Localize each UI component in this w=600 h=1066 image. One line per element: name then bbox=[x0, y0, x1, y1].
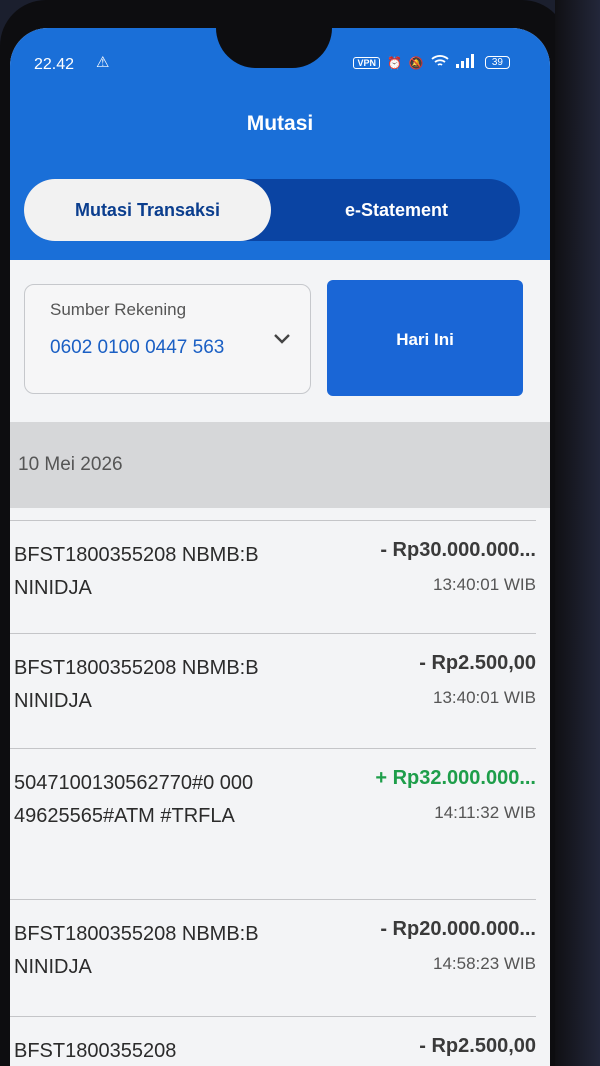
battery-icon: 39 bbox=[484, 56, 510, 69]
date-group-header: 10 Mei 2026 bbox=[10, 422, 550, 508]
mute-icon: 🔕 bbox=[408, 55, 424, 70]
transaction-row[interactable]: 5047100130562770#0 00049625565#ATM #TRFL… bbox=[10, 748, 536, 899]
transaction-time: 13:40:01 WIB bbox=[432, 688, 536, 707]
transaction-list: BFST1800355208 NBMB:BNINIDJA - Rp30.000.… bbox=[10, 508, 550, 1066]
transaction-time: 14:58:23 WIB bbox=[432, 954, 536, 973]
transaction-row[interactable]: BFST1800355208 NBMB:BNINIDJA - Rp20.000.… bbox=[10, 899, 536, 1016]
transaction-amount: + Rp32.000.000... bbox=[375, 767, 536, 789]
transaction-row[interactable]: BFST1800355208 - Rp2.500,00 bbox=[10, 1016, 536, 1066]
transaction-description: BFST1800355208 NBMB:BNINIDJA bbox=[14, 657, 259, 712]
transaction-description: BFST1800355208 NBMB:BNINIDJA bbox=[14, 923, 259, 978]
transaction-amount: - Rp2.500,00 bbox=[419, 652, 536, 674]
transaction-description: 5047100130562770#0 00049625565#ATM #TRFL… bbox=[14, 772, 254, 827]
vpn-icon: VPN bbox=[353, 56, 380, 69]
transaction-amount: - Rp30.000.000... bbox=[380, 539, 536, 561]
status-icons: VPN ⏰ 🔕 39 bbox=[353, 54, 510, 71]
transaction-description: BFST1800355208 bbox=[14, 1040, 177, 1062]
signal-icon bbox=[455, 54, 478, 71]
app-header: 22.42 ⚠ VPN ⏰ 🔕 39 Mutasi Mutasi Transak… bbox=[10, 28, 550, 260]
transaction-time: 13:40:01 WIB bbox=[432, 575, 536, 594]
today-button[interactable]: Hari Ini bbox=[327, 280, 523, 396]
tab-e-statement[interactable]: e-Statement bbox=[273, 179, 520, 241]
transaction-row[interactable]: BFST1800355208 NBMB:BNINIDJA - Rp2.500,0… bbox=[10, 633, 536, 748]
account-number: 0602 0100 0447 563 bbox=[50, 337, 225, 358]
transaction-amount: - Rp2.500,00 bbox=[419, 1035, 536, 1057]
page-title: Mutasi bbox=[246, 112, 314, 135]
tab-mutasi-transaksi[interactable]: Mutasi Transaksi bbox=[24, 179, 271, 241]
background-edge bbox=[555, 0, 600, 1066]
warning-icon: ⚠ bbox=[96, 54, 110, 71]
account-source-select[interactable]: Sumber Rekening 0602 0100 0447 563 bbox=[24, 284, 311, 394]
app-screen: 22.42 ⚠ VPN ⏰ 🔕 39 Mutasi Mutasi Transak… bbox=[10, 28, 550, 1066]
transaction-row[interactable]: BFST1800355208 NBMB:BNINIDJA - Rp30.000.… bbox=[10, 520, 536, 633]
transaction-amount: - Rp20.000.000... bbox=[380, 918, 536, 940]
chevron-down-icon bbox=[274, 334, 290, 344]
wifi-icon bbox=[431, 54, 449, 71]
tab-bar: Mutasi Transaksi e-Statement bbox=[24, 179, 520, 241]
phone-frame: 22.42 ⚠ VPN ⏰ 🔕 39 Mutasi Mutasi Transak… bbox=[0, 0, 568, 1066]
transaction-time: 14:11:32 WIB bbox=[434, 803, 536, 822]
transaction-description: BFST1800355208 NBMB:BNINIDJA bbox=[14, 544, 259, 599]
camera-notch bbox=[216, 28, 332, 68]
account-source-label: Sumber Rekening bbox=[50, 300, 187, 319]
alarm-icon: ⏰ bbox=[386, 55, 402, 70]
status-time: 22.42 bbox=[34, 56, 75, 73]
date-group-label: 10 Mei 2026 bbox=[18, 454, 123, 475]
